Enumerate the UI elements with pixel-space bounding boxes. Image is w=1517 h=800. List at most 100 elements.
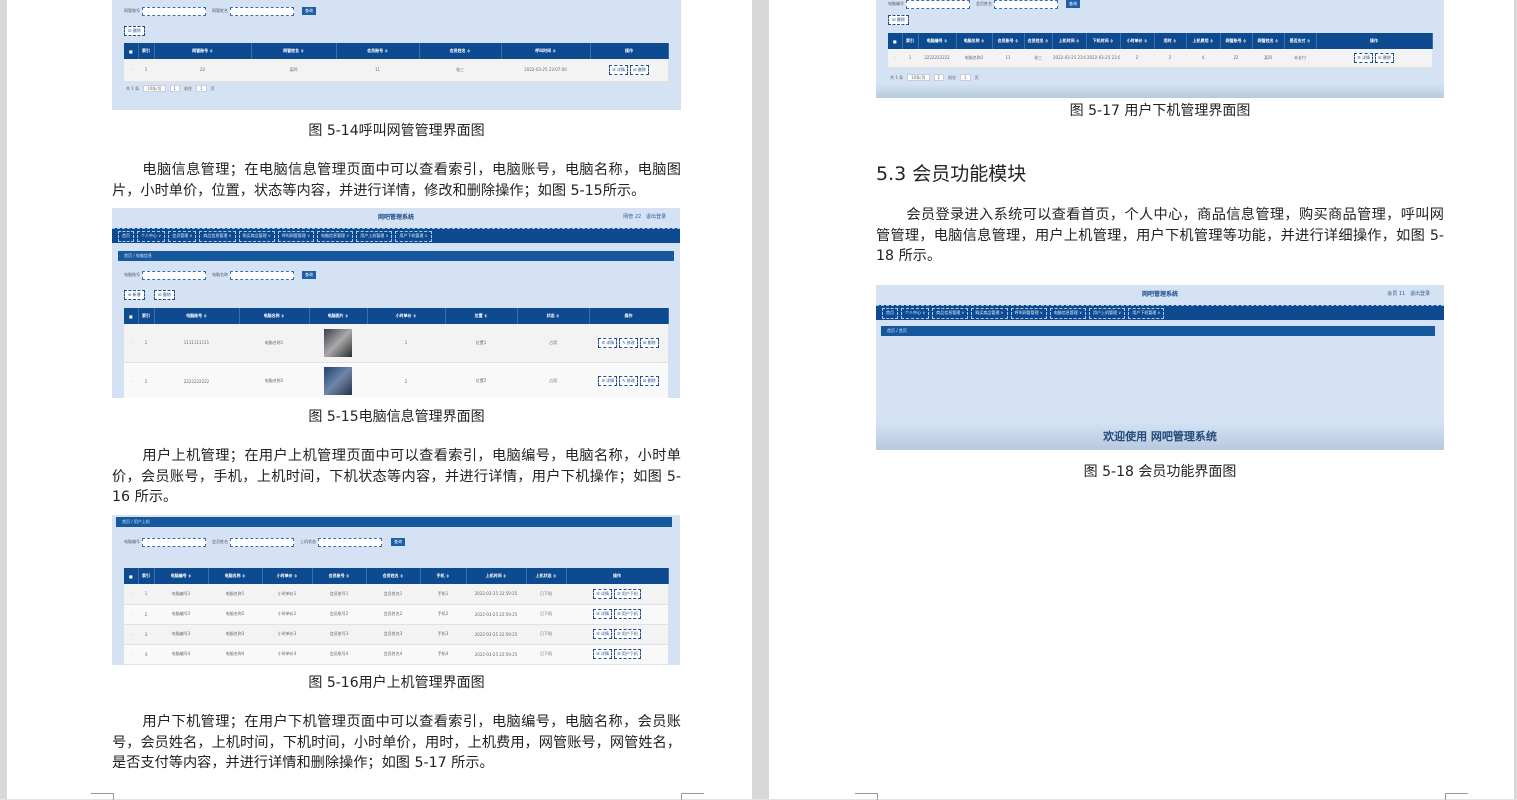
table-cell: 电脑名称1 (208, 584, 262, 605)
pagination: 共 1 条 10条/页 1 前往 1 页 (126, 85, 215, 92)
column-header: 上机时间 ≑ (1052, 33, 1087, 49)
figure-5-14-screenshot: 网管账号 网管姓名 查询 ☒ 删除 ■ 索引 网管账号 ≑ 网管姓名 ≑ 会员账号 ≑ 会… (112, 0, 681, 110)
table-cell: 2222222222 (918, 49, 956, 68)
table-cell: 会员姓名4 (366, 644, 420, 665)
app-header: 网吧管理系统 网管 22 退出登录 (112, 208, 680, 224)
table-cell: 位置2 (445, 362, 517, 398)
column-header: 电脑账号 ≑ (154, 308, 240, 324)
row-action-button: ☰ 详情 (593, 609, 612, 619)
app-title: 网吧管理系统 (377, 213, 414, 221)
column-header: 电脑编号 ≑ (918, 33, 957, 49)
table-cell: 会员姓名1 (366, 584, 420, 605)
nav-item: 电脑信息管理 ∨ (1049, 307, 1087, 319)
welcome-banner: 欢迎使用 网吧管理系统 (1103, 430, 1217, 443)
pager-goto: 前往 (184, 85, 193, 91)
table-cell: 2222222222 (154, 362, 239, 398)
table-cell: 2022-03-25 22:59:25 (466, 604, 526, 625)
paragraph-text: 电脑信息管理；在电脑信息管理页面中可以查看索引，电脑账号，电脑名称，电脑图片，小… (112, 162, 681, 199)
column-header: 网管姓名 ≑ (251, 43, 337, 59)
search-label: 电脑名称 (212, 272, 228, 277)
column-header: 小时单价 ≑ (367, 308, 446, 324)
breadcrumb: 首页 / 电脑信息 (118, 251, 674, 261)
row-action-button: ☰ 详情 (609, 64, 628, 75)
row-checkbox: · (124, 362, 138, 398)
nav-item: 会员管理 ∨ (168, 230, 197, 242)
row-action-button: ☰ 详情 (593, 629, 612, 639)
table-cell: 2 (1120, 49, 1154, 68)
table-cell: 会员账号3 (312, 624, 366, 645)
search-field-pc-name: 电脑名称 (212, 270, 294, 280)
caption-figure-5-17: 图 5-17 用户下机管理界面图 (1069, 103, 1251, 119)
table-cell: 会员账号2 (312, 604, 366, 625)
search-input (994, 0, 1058, 9)
column-header: 位置 ≑ (445, 308, 518, 324)
search-input (318, 537, 382, 547)
table-cell: 3 (138, 624, 154, 645)
search-field-pc-number: 电脑编号 (124, 537, 206, 547)
header-user-area: 会员 11 退出登录 (1387, 290, 1430, 297)
column-header: 上机费用 ≑ (1186, 33, 1221, 49)
figure-5-17-screenshot: 电脑编号 会员姓名 查询 ☒ 删除 ■ 索引 电脑编号 ≑ 电脑名称 ≑ 会员账号 ≑ 会… (876, 0, 1444, 98)
table-cell: 手机1 (420, 584, 466, 605)
search-label: 会员姓名 (976, 1, 992, 6)
table-cell: 已下机 (526, 604, 566, 625)
column-header: 电脑编号 ≑ (154, 568, 209, 584)
table-cell: 11 (992, 49, 1024, 68)
column-header: 会员账号 ≑ (336, 43, 420, 59)
pager-current: 1 (933, 74, 945, 81)
table-cell: 小时单价1 (262, 584, 312, 605)
table-cell: 4 (138, 644, 154, 665)
nav-item: 用户上机管理 ∨ (1089, 307, 1126, 319)
column-header: 小时单价 ≑ (1120, 33, 1155, 49)
table-cell: 手机2 (420, 604, 466, 625)
nav-item: 呼叫网管管理 ∨ (277, 230, 315, 242)
batch-delete-button: ☒ 删除 (124, 26, 145, 36)
header-user-area: 网管 22 退出登录 (623, 213, 666, 220)
nav-item: 购买商品管理 ∨ (238, 230, 275, 242)
table-cell: 已下机 (526, 644, 566, 665)
row-checkbox: · (124, 324, 138, 363)
table-cell (309, 324, 367, 363)
table-cell: 会员账号4 (312, 644, 366, 665)
table-cell: 占用 (517, 362, 589, 398)
table-cell: 手机3 (420, 624, 466, 645)
nav-item: 首页 (118, 230, 134, 242)
row-checkbox: · (124, 59, 138, 82)
table-cell: 位置1 (445, 324, 517, 363)
column-header: 会员姓名 ≑ (366, 568, 421, 584)
column-header: 会员姓名 ≑ (419, 43, 502, 59)
table-cell: 1111111111 (154, 324, 239, 363)
table-cell: 2022-03-25 22:59:25 (466, 624, 526, 645)
search-field-admin-name: 网管姓名 (212, 6, 294, 16)
search-label: 网管账号 (124, 8, 140, 13)
row-action-button: ✎ 修改 (619, 376, 638, 386)
column-header: 网管姓名 ≑ (1252, 33, 1285, 49)
pager-unit: 页 (210, 85, 215, 91)
app-header: 网吧管理系统 会员 11 退出登录 (876, 285, 1444, 301)
search-button: 查询 (302, 271, 316, 279)
pagination: 共 1 条 10条/页 1 前往 1 页 (890, 74, 979, 81)
row-checkbox: · (124, 584, 138, 605)
table-cell (309, 362, 367, 398)
caption-figure-5-16: 图 5-16用户上机管理界面图 (308, 675, 485, 691)
figure-5-15-screenshot: 网吧管理系统 网管 22 退出登录 首页 个人中心 ∨ 会员管理 ∨ 商品信息管理 ∨… (112, 208, 680, 398)
column-header: 索引 (138, 308, 155, 324)
table-cell: 小时单价4 (262, 644, 312, 665)
pager-total: 共 1 条 (126, 85, 140, 91)
computer-image (324, 328, 352, 357)
column-header: 电脑图片 ≑ (309, 308, 368, 324)
table-cell: 未支付 (1284, 49, 1316, 68)
current-user: 网管 22 (623, 213, 642, 220)
table-cell: 11 (336, 59, 419, 82)
table-cell: 电脑名称1 (239, 324, 309, 363)
column-header: 网管账号 ≑ (154, 43, 252, 59)
column-header: 状态 ≑ (517, 308, 590, 324)
table-cell: 电脑名称4 (208, 644, 262, 665)
user-login-table: ■ 索引 电脑编号 ≑ 电脑名称 ≑ 小时单价 ≑ 会员账号 ≑ 会员姓名 ≑ 手机 ≑ 上机时… (124, 568, 669, 665)
table-cell: 2 (367, 362, 445, 398)
pager-goto: 前往 (948, 74, 957, 80)
search-button: 查询 (391, 538, 405, 546)
row-action-button: ☰ 用户下机 (614, 609, 641, 619)
column-header: 索引 (138, 43, 155, 59)
paragraph-user-logout: 用户下机管理；在用户下机管理页面中可以查看索引，电脑编号，电脑名称，会员账号，会… (112, 712, 681, 774)
